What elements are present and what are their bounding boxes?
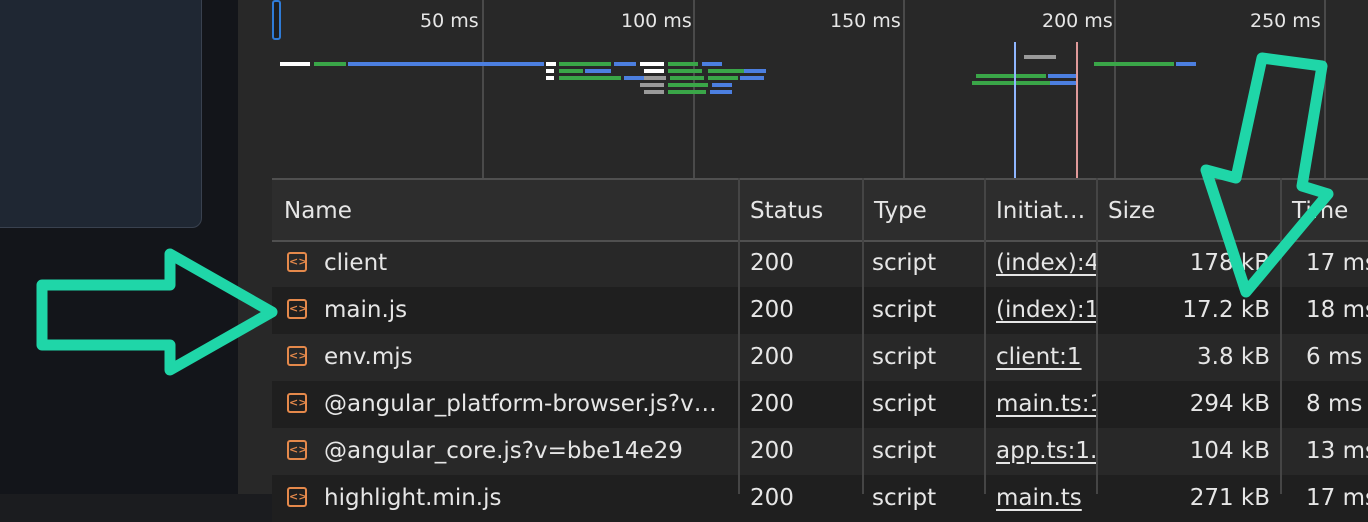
annotation-overlay [36, 52, 1334, 376]
right-arrow-annotation-icon [36, 248, 278, 376]
down-arrow-annotation-icon [1200, 52, 1334, 298]
